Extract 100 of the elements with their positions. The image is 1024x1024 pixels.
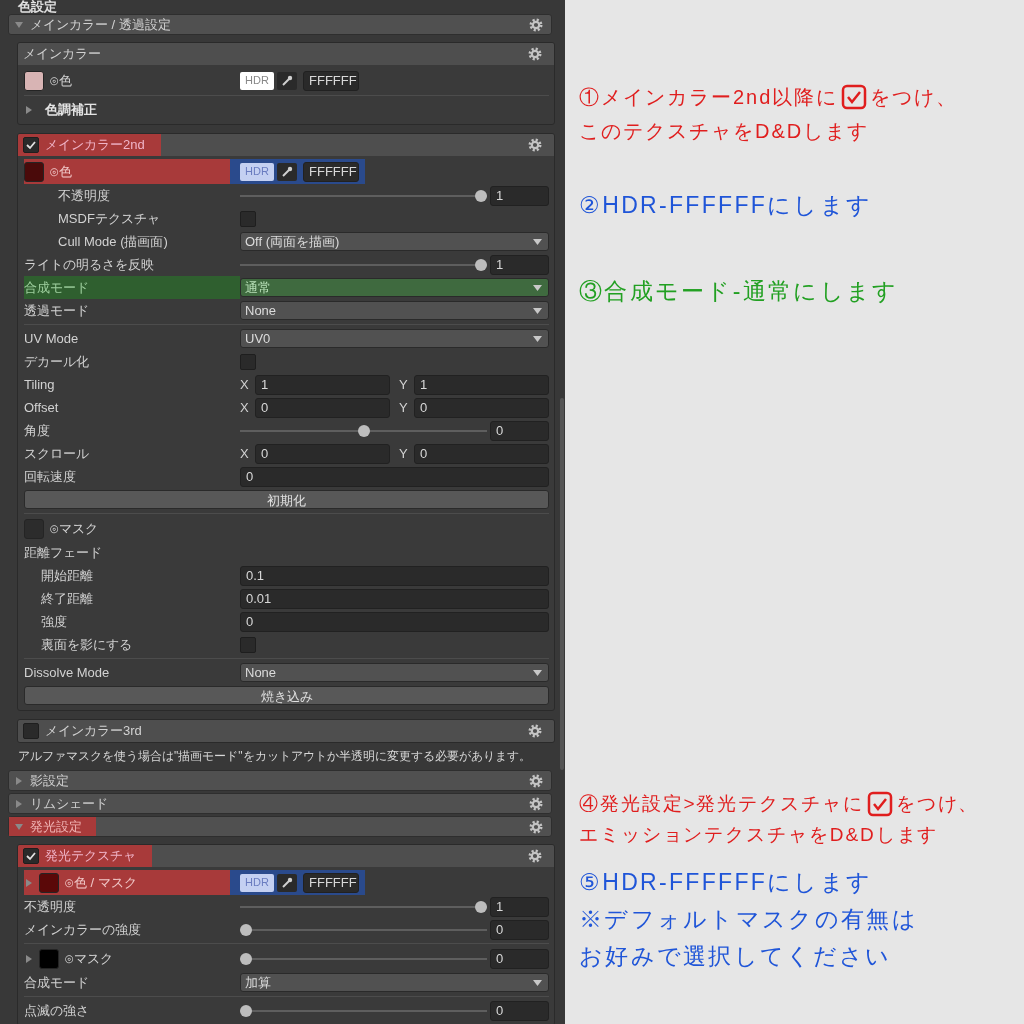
settings-icon[interactable] — [529, 17, 543, 32]
section-header[interactable]: リムシェード — [8, 793, 552, 814]
checkbox[interactable] — [240, 636, 256, 653]
hdr-toggle[interactable]: HDR — [240, 71, 274, 90]
number-field[interactable]: 0 — [255, 397, 390, 418]
number-field[interactable]: FFFFFF — [303, 70, 359, 91]
checkbox[interactable] — [23, 723, 39, 739]
texture-swatch[interactable] — [39, 872, 59, 893]
dropdown[interactable]: Off (両面を描画) — [240, 232, 549, 251]
number-field[interactable]: 1 — [490, 896, 549, 917]
section-title: リムシェード — [30, 794, 108, 813]
dropdown-value: 通常 — [245, 278, 271, 297]
texture-swatch[interactable] — [39, 948, 59, 969]
action-button[interactable]: 初期化 — [24, 490, 549, 509]
eyedropper-button[interactable] — [277, 162, 297, 181]
dropdown[interactable]: 通常 — [240, 278, 549, 297]
property-label: 合成モード — [24, 278, 89, 297]
checkbox[interactable] — [23, 848, 39, 864]
property-label: 色調補正 — [45, 100, 97, 119]
slider-thumb[interactable] — [240, 952, 252, 965]
eyedropper-button[interactable] — [277, 873, 297, 892]
dropdown[interactable]: 加算 — [240, 973, 549, 992]
texture-swatch[interactable] — [24, 70, 44, 91]
number-field[interactable]: 0 — [414, 397, 549, 418]
eyedropper-button[interactable] — [277, 71, 297, 90]
slider-thumb[interactable] — [475, 189, 487, 202]
slider-track[interactable] — [240, 899, 487, 914]
settings-icon[interactable] — [528, 724, 542, 738]
slider-track[interactable] — [240, 188, 487, 203]
number-field[interactable]: 1 — [414, 374, 549, 395]
triangle-right-icon[interactable] — [24, 104, 34, 115]
dropdown-value: UV0 — [245, 329, 271, 348]
settings-icon[interactable] — [528, 849, 542, 863]
number-field[interactable]: 0 — [490, 420, 549, 441]
number-field[interactable]: 0 — [240, 611, 549, 632]
section-title: 発光設定 — [30, 817, 82, 836]
check-icon — [25, 139, 37, 151]
checkbox[interactable] — [240, 210, 256, 227]
slider-thumb[interactable] — [357, 424, 370, 437]
number-field[interactable]: 0 — [240, 466, 549, 487]
texture-swatch[interactable] — [24, 161, 44, 182]
slider-thumb[interactable] — [240, 923, 252, 936]
axis-label: Y — [399, 444, 409, 463]
scrollbar[interactable] — [560, 398, 564, 770]
eyedropper-icon — [281, 74, 293, 87]
number-field[interactable]: 1 — [490, 254, 549, 275]
slider-thumb[interactable] — [475, 258, 487, 271]
number-field[interactable]: 1 — [255, 374, 390, 395]
dropdown-arrow-icon — [533, 979, 542, 986]
axis-label: X — [240, 398, 250, 417]
number-field[interactable]: 0 — [490, 948, 549, 969]
number-field[interactable]: FFFFFF — [303, 872, 359, 893]
section-header[interactable]: 影設定 — [8, 770, 552, 791]
subpanel-header[interactable]: メインカラー2nd — [18, 134, 554, 156]
settings-icon[interactable] — [529, 773, 543, 788]
slider-thumb[interactable] — [475, 900, 487, 913]
property-label: ⊙マスク — [64, 949, 113, 968]
number-field[interactable]: 0 — [490, 1000, 549, 1021]
settings-icon[interactable] — [528, 47, 542, 61]
instruction-text: ②HDR-FFFFFFにします — [579, 191, 873, 220]
section-title: 影設定 — [30, 771, 69, 790]
dropdown[interactable]: None — [240, 663, 549, 682]
triangle-right-icon[interactable] — [24, 953, 34, 964]
property-label: 角度 — [24, 421, 50, 440]
number-field[interactable]: 1 — [490, 185, 549, 206]
subpanel-header[interactable]: メインカラー — [18, 43, 554, 65]
number-field[interactable]: FFFFFF — [303, 161, 359, 182]
number-field[interactable]: 0.01 — [240, 588, 549, 609]
section-header[interactable]: 発光設定 — [8, 816, 552, 837]
slider-track[interactable] — [240, 257, 487, 272]
instruction-text: ③合成モード-通常にします — [579, 277, 899, 306]
property-label: 透過モード — [24, 301, 89, 320]
slider-track[interactable] — [240, 423, 487, 438]
section-header[interactable]: メインカラー / 透過設定 — [8, 14, 552, 35]
instruction-text: このテクスチャをD&Dします — [579, 119, 870, 144]
property-label: Tiling — [24, 375, 55, 394]
subpanel-header[interactable]: メインカラー3rd — [18, 720, 554, 742]
dropdown-arrow-icon — [533, 335, 542, 342]
settings-icon[interactable] — [529, 796, 543, 811]
number-field[interactable]: 0 — [490, 919, 549, 940]
property-label: UV Mode — [24, 329, 79, 348]
number-field[interactable]: 0 — [414, 443, 549, 464]
action-button[interactable]: 焼き込み — [24, 686, 549, 705]
slider-track[interactable] — [240, 922, 487, 937]
dropdown[interactable]: None — [240, 301, 549, 320]
checkbox[interactable] — [23, 137, 39, 153]
checkbox[interactable] — [240, 353, 256, 370]
slider-thumb[interactable] — [240, 1004, 252, 1017]
slider-track[interactable] — [240, 951, 487, 966]
dropdown[interactable]: UV0 — [240, 329, 549, 348]
number-field[interactable]: 0 — [255, 443, 390, 464]
slider-track[interactable] — [240, 1003, 487, 1018]
settings-icon[interactable] — [528, 138, 542, 152]
eyedropper-icon — [281, 876, 293, 889]
property-label: スクロール — [24, 444, 89, 463]
instruction-text: お好みで選択してください — [579, 942, 892, 971]
number-field[interactable]: 0.1 — [240, 565, 549, 586]
subpanel-header[interactable]: 発光テクスチャ — [18, 845, 554, 867]
settings-icon[interactable] — [529, 819, 543, 834]
property-label: 終了距離 — [41, 589, 93, 608]
